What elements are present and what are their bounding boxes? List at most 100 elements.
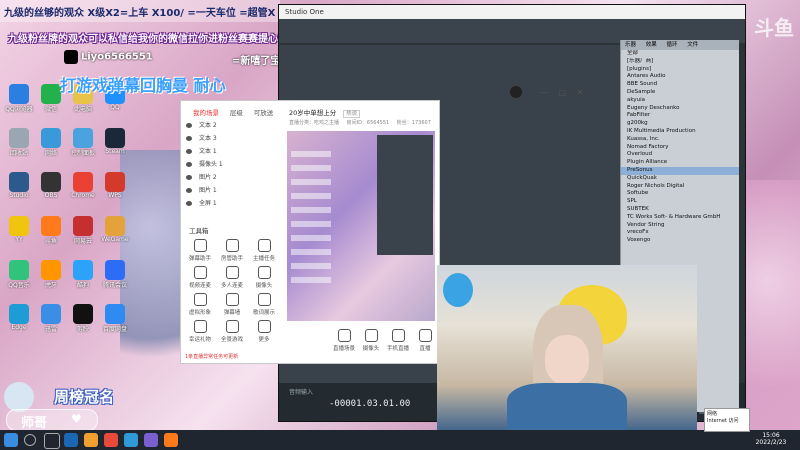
obs-bottom-button[interactable]: 手机直播	[385, 329, 411, 352]
toolbox-item[interactable]: 摄像头	[249, 266, 279, 289]
obs-warning[interactable]: 1条直播异常任务可更新	[185, 353, 238, 360]
toolbox-item[interactable]: 歌词展示	[249, 293, 279, 316]
desktop-icon[interactable]: 控制面板	[68, 128, 98, 157]
browser-item[interactable]: Nomad Factory	[621, 144, 739, 152]
desktop-icon[interactable]: 回收站	[4, 128, 34, 157]
browser-item[interactable]: TC Works Soft- & Hardware GmbH	[621, 214, 739, 222]
desktop-icon[interactable]: 网易云	[68, 216, 98, 245]
layer-item[interactable]: 文本 3	[181, 132, 281, 145]
toolbox-item[interactable]: 弹幕墙	[217, 293, 247, 316]
desktop-icon-label: WPS	[108, 192, 122, 199]
eye-icon[interactable]	[186, 123, 192, 128]
desktop-icon[interactable]: OBS	[36, 172, 66, 199]
browser-item[interactable]: akyuia	[621, 97, 739, 105]
browser-item[interactable]: IK Multimedia Production	[621, 128, 739, 136]
toolbox-item[interactable]: 视频连麦	[185, 266, 215, 289]
eye-icon[interactable]	[186, 136, 192, 141]
browser-item[interactable]: DeSample	[621, 89, 739, 97]
browser-item[interactable]: Eugeny Deschanko	[621, 105, 739, 113]
desktop-icon[interactable]: 剪映	[68, 304, 98, 333]
obs-avatar-icon[interactable]	[510, 86, 522, 98]
desktop-icon[interactable]: 百度网盘	[100, 304, 130, 333]
browser-item[interactable]: [乐器厂商]	[621, 58, 739, 66]
toolbox-item[interactable]: 弹幕助手	[185, 239, 215, 262]
browser-tab[interactable]: 乐器	[625, 42, 636, 48]
desktop-icon[interactable]: QQ浏览器	[4, 84, 34, 113]
toolbox-item[interactable]: 更多	[249, 320, 279, 343]
layer-item[interactable]: 摄像头 1	[181, 158, 281, 171]
taskbar-app-icon[interactable]	[164, 433, 178, 447]
desktop-icon[interactable]: 虎牙	[36, 260, 66, 289]
min-icon[interactable]: —	[540, 88, 548, 97]
layer-item[interactable]: 图片 1	[181, 184, 281, 197]
desktop-icon[interactable]: 腾讯会议	[100, 260, 130, 289]
browser-item[interactable]: QuickQuak	[621, 175, 739, 183]
obs-tab[interactable]: 我的场景	[193, 109, 219, 117]
taskbar-app-icon[interactable]	[144, 433, 158, 447]
eye-icon[interactable]	[186, 188, 192, 193]
desktop-icon[interactable]: YY	[4, 216, 34, 243]
desktop-icon[interactable]: 酷狗	[68, 260, 98, 289]
taskbar-app-icon[interactable]	[104, 433, 118, 447]
obs-tab[interactable]: 层级	[230, 109, 243, 117]
layer-item[interactable]: 图片 2	[181, 171, 281, 184]
eye-icon[interactable]	[186, 175, 192, 180]
taskbar-app-icon[interactable]	[64, 433, 78, 447]
browser-item[interactable]: Voxengo	[621, 237, 739, 245]
eye-icon[interactable]	[186, 201, 192, 206]
search-icon[interactable]	[24, 434, 36, 446]
browser-item[interactable]: Antares Audio	[621, 73, 739, 81]
max-icon[interactable]: □	[559, 88, 567, 97]
close-icon[interactable]: ✕	[577, 88, 584, 97]
toolbox-item[interactable]: 全景游戏	[217, 320, 247, 343]
desktop-icon[interactable]: 网络	[36, 128, 66, 157]
desktop-icon[interactable]: Edge	[4, 304, 34, 331]
taskbar-app-icon[interactable]	[84, 433, 98, 447]
toolbox-item[interactable]: 主播任务	[249, 239, 279, 262]
browser-item[interactable]: Kuassa, Inc.	[621, 136, 739, 144]
browser-item[interactable]: FabFilter	[621, 112, 739, 120]
taskbar-app-icon[interactable]	[124, 433, 138, 447]
obs-tab[interactable]: 可放送	[254, 109, 274, 117]
browser-item[interactable]: SPL	[621, 198, 739, 206]
desktop-icon[interactable]: WPS	[100, 172, 130, 199]
desktop-icon[interactable]: 迅雷	[36, 304, 66, 333]
browser-tab[interactable]: 文件	[687, 42, 698, 48]
eye-icon[interactable]	[186, 149, 192, 154]
desktop-icon[interactable]: QQ音乐	[4, 260, 34, 289]
desktop-icon[interactable]: WeGame	[100, 216, 130, 243]
layer-item[interactable]: 文本 2	[181, 119, 281, 132]
layer-item[interactable]: 文本 1	[181, 145, 281, 158]
browser-item[interactable]: PreSonus	[621, 166, 739, 175]
toolbox-item[interactable]: 幸运礼物	[185, 320, 215, 343]
obs-bottom-button[interactable]: 直播	[412, 329, 438, 352]
layer-item[interactable]: 全屏 1	[181, 197, 281, 210]
browser-item[interactable]: Plugin Alliance	[621, 159, 739, 167]
browser-item[interactable]: Overloud	[621, 151, 739, 159]
clock[interactable]: 15:06 2022/2/23	[748, 432, 794, 446]
browser-item[interactable]: 全部	[621, 50, 739, 58]
browser-item[interactable]: Vendor String	[621, 222, 739, 230]
browser-item[interactable]: SUBTEK	[621, 206, 739, 214]
browser-item[interactable]: [plugins]	[621, 66, 739, 74]
browser-tab[interactable]: 效果	[646, 42, 657, 48]
desktop-icon[interactable]: Chrome	[68, 172, 98, 199]
start-icon[interactable]	[4, 433, 18, 447]
eye-icon[interactable]	[186, 162, 192, 167]
toolbox-item[interactable]: 虚拟形象	[185, 293, 215, 316]
obs-bottom-button[interactable]: 摄像头	[358, 329, 384, 352]
task-view-icon[interactable]	[44, 433, 60, 449]
desktop-icon[interactable]: Studio	[4, 172, 34, 199]
obs-panel[interactable]: 我的场景 层级 可放送 文本 2 文本 3 文本 1 摄像头 1 图片 2 图片 1 全屏 …	[180, 100, 440, 364]
browser-item[interactable]: Roger Nichols Digital	[621, 183, 739, 191]
browser-tab[interactable]: 循环	[667, 42, 678, 48]
toolbox-item[interactable]: 多人连麦	[217, 266, 247, 289]
toolbox-item[interactable]: 房管助手	[217, 239, 247, 262]
browser-item[interactable]: BBE Sound	[621, 81, 739, 89]
obs-bottom-button[interactable]: 直播场景	[331, 329, 357, 352]
browser-item[interactable]: Softube	[621, 190, 739, 198]
desktop-icon[interactable]: Steam	[100, 128, 130, 155]
desktop-icon[interactable]: 斗鱼	[36, 216, 66, 245]
browser-item[interactable]: vrecoFx	[621, 229, 739, 237]
browser-item[interactable]: g200kg	[621, 120, 739, 128]
